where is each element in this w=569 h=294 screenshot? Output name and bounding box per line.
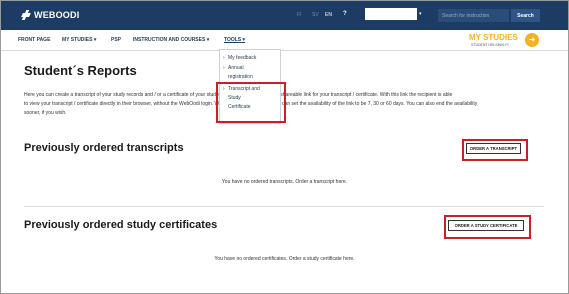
nav-instruction-and-courses[interactable]: INSTRUCTION AND COURSES ▾ — [133, 37, 209, 43]
section-title-transcripts: Previously ordered transcripts — [24, 142, 184, 154]
menu-item-my-feedback[interactable]: › My feedback — [223, 54, 257, 63]
order-transcript-button[interactable]: ORDER A TRANSCRIPT — [466, 143, 521, 154]
weboodi-logo-icon — [21, 10, 31, 20]
main-nav: FRONT PAGE MY STUDIES ▾ PSP INSTRUCTION … — [1, 30, 568, 51]
order-study-certificate-button[interactable]: ORDER A STUDY CERTIFICATE — [448, 220, 524, 231]
highlight-transcript-menu-item — [216, 82, 286, 123]
bullet-icon: › — [223, 65, 225, 71]
menu-item-annual-registration[interactable]: › Annual registration — [223, 64, 253, 82]
menu-item-label: Annual — [228, 65, 244, 71]
search-button[interactable]: Search — [511, 9, 540, 22]
user-menu[interactable] — [365, 8, 417, 20]
search-input[interactable] — [438, 9, 509, 22]
logo-text: WEBOODI — [34, 10, 80, 20]
page-title: Student´s Reports — [24, 63, 137, 78]
language-fi[interactable]: FI — [297, 12, 301, 18]
my-studies-title[interactable]: MY STUDIES — [469, 33, 518, 42]
divider — [24, 206, 544, 207]
chevron-down-icon: ▾ — [242, 37, 246, 43]
menu-item-label: My feedback — [228, 55, 257, 61]
language-en[interactable]: EN — [325, 12, 332, 18]
nav-tools[interactable]: TOOLS ▾ — [224, 37, 245, 43]
intro-line: Here you can create a transcript of your… — [24, 92, 453, 98]
menu-item-label: registration — [228, 74, 253, 80]
chevron-down-icon: ▾ — [93, 37, 97, 43]
top-bar: WEBOODI FI SV EN ? ▾ Search — [1, 1, 568, 30]
certificates-empty-message[interactable]: You have no ordered certificates. Order … — [0, 256, 569, 262]
intro-text: Here you can create a transcript of your… — [24, 91, 554, 118]
nav-my-studies-label: MY STUDIES — [62, 37, 93, 43]
nav-front-page[interactable]: FRONT PAGE — [18, 37, 50, 43]
logo[interactable]: WEBOODI — [21, 8, 79, 22]
nav-tools-label: TOOLS — [224, 37, 242, 43]
help-icon[interactable]: ? — [343, 11, 347, 17]
nav-psp[interactable]: PSP — [111, 37, 121, 43]
intro-line: sooner, if you wish. — [24, 110, 67, 116]
chevron-down-icon: ▾ — [206, 37, 210, 43]
nav-instruction-label: INSTRUCTION AND COURSES — [133, 37, 206, 43]
arrow-right-icon[interactable]: ➜ — [525, 33, 539, 47]
language-sv[interactable]: SV — [312, 12, 319, 18]
chevron-down-icon[interactable]: ▾ — [419, 11, 422, 17]
intro-line: to view your transcript / certificate di… — [24, 101, 478, 107]
transcripts-empty-message[interactable]: You have no ordered transcripts. Order a… — [0, 179, 569, 185]
bullet-icon: › — [223, 55, 225, 61]
section-title-certificates: Previously ordered study certificates — [24, 219, 218, 231]
nav-my-studies[interactable]: MY STUDIES ▾ — [62, 37, 96, 43]
my-studies-subtitle: STUDENT HELSINKI.FI — [471, 43, 509, 47]
